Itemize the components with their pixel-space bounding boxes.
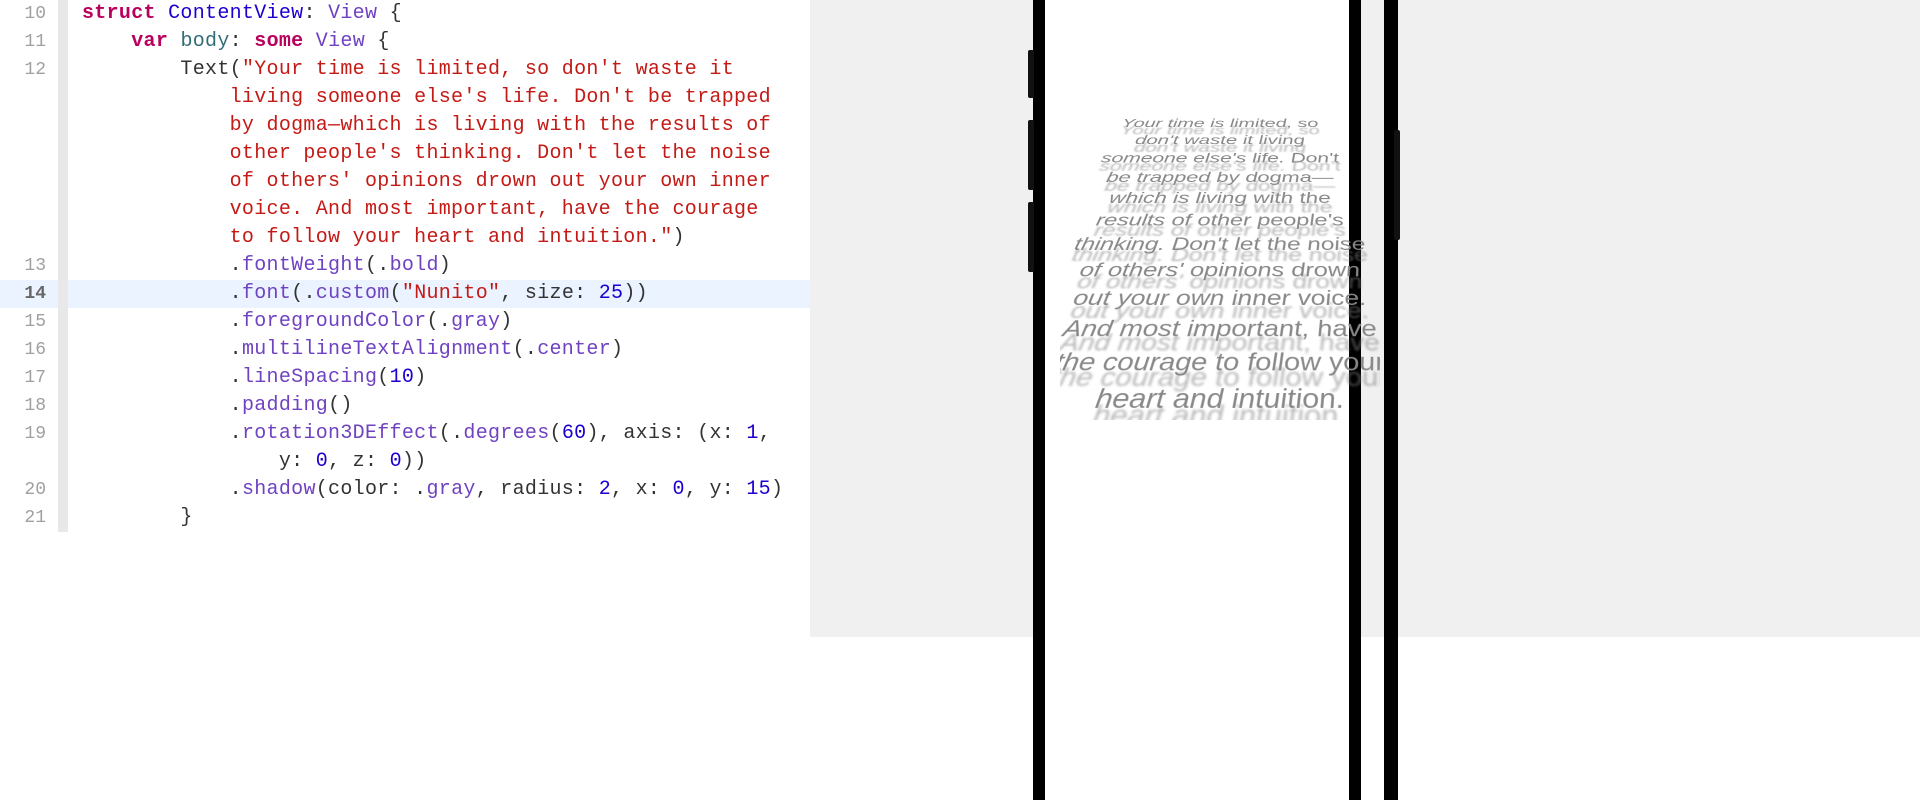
code-line[interactable]: 11 var body: some View { (0, 28, 810, 56)
code-content[interactable]: var body: some View { (68, 28, 390, 56)
phone-volume-down (1028, 202, 1034, 272)
simulator-preview: Your time is limited, so don't waste it … (1030, 0, 1397, 637)
line-number (0, 168, 58, 196)
code-content[interactable]: by dogma—which is living with the result… (68, 112, 771, 140)
code-content[interactable]: voice. And most important, have the cour… (68, 196, 759, 224)
phone-power-button (1394, 130, 1400, 240)
code-content[interactable]: .lineSpacing(10) (68, 364, 427, 392)
code-content[interactable]: .foregroundColor(.gray) (68, 308, 513, 336)
code-content[interactable]: .padding() (68, 392, 353, 420)
line-number: 15 (0, 308, 58, 336)
code-line[interactable]: 16 .multilineTextAlignment(.center) (0, 336, 810, 364)
code-line[interactable]: 15 .foregroundColor(.gray) (0, 308, 810, 336)
line-number (0, 84, 58, 112)
code-line[interactable]: living someone else's life. Don't be tra… (0, 84, 810, 112)
line-number (0, 140, 58, 168)
code-content[interactable]: struct ContentView: View { (68, 0, 402, 28)
code-content[interactable]: } (68, 504, 193, 532)
code-line[interactable]: 20 .shadow(color: .gray, radius: 2, x: 0… (0, 476, 810, 504)
phone-mute-switch (1028, 50, 1034, 98)
code-line[interactable]: voice. And most important, have the cour… (0, 196, 810, 224)
code-content[interactable]: Text("Your time is limited, so don't was… (68, 56, 734, 84)
preview-text: Your time is limited, so don't waste it … (1060, 111, 1380, 420)
line-number (0, 224, 58, 252)
code-line[interactable]: 13 .fontWeight(.bold) (0, 252, 810, 280)
line-number: 11 (0, 28, 58, 56)
code-content[interactable]: y: 0, z: 0)) (68, 448, 427, 476)
code-editor-pane[interactable]: 10 struct ContentView: View { 11 var bod… (0, 0, 810, 637)
preview-content: Your time is limited, so don't waste it … (1060, 0, 1380, 420)
code-line[interactable]: to follow your heart and intuition.") (0, 224, 810, 252)
line-number: 18 (0, 392, 58, 420)
code-content[interactable]: .font(.custom("Nunito", size: 25)) (68, 280, 648, 308)
canvas-background (1397, 0, 1920, 637)
code-content[interactable]: .shadow(color: .gray, radius: 2, x: 0, y… (68, 476, 783, 504)
code-content[interactable]: of others' opinions drown out your own i… (68, 168, 771, 196)
code-content[interactable]: living someone else's life. Don't be tra… (68, 84, 771, 112)
code-content[interactable]: .fontWeight(.bold) (68, 252, 451, 280)
code-line-current[interactable]: 14 .font(.custom("Nunito", size: 25)) (0, 280, 810, 308)
phone-frame: Your time is limited, so don't waste it … (1030, 0, 1397, 800)
code-line[interactable]: 12 Text("Your time is limited, so don't … (0, 56, 810, 84)
code-line[interactable]: y: 0, z: 0)) (0, 448, 810, 476)
code-line[interactable]: 19 .rotation3DEffect(.degrees(60), axis:… (0, 420, 810, 448)
code-content[interactable]: .multilineTextAlignment(.center) (68, 336, 623, 364)
line-number: 19 (0, 420, 58, 448)
phone-screen-left: Your time is limited, so don't waste it … (1033, 0, 1361, 800)
canvas-background (810, 0, 1030, 637)
line-number (0, 448, 58, 476)
code-line[interactable]: other people's thinking. Don't let the n… (0, 140, 810, 168)
line-number: 13 (0, 252, 58, 280)
code-content[interactable]: other people's thinking. Don't let the n… (68, 140, 771, 168)
code-line[interactable]: 17 .lineSpacing(10) (0, 364, 810, 392)
code-line[interactable]: by dogma—which is living with the result… (0, 112, 810, 140)
line-number: 10 (0, 0, 58, 28)
line-number: 17 (0, 364, 58, 392)
code-line[interactable]: 21 } (0, 504, 810, 532)
phone-volume-up (1028, 120, 1034, 190)
line-number: 21 (0, 504, 58, 532)
line-number (0, 112, 58, 140)
code-content[interactable]: to follow your heart and intuition.") (68, 224, 685, 252)
code-line[interactable]: 10 struct ContentView: View { (0, 0, 810, 28)
line-number: 14 (0, 280, 58, 308)
line-number (0, 196, 58, 224)
code-content[interactable]: .rotation3DEffect(.degrees(60), axis: (x… (68, 420, 771, 448)
phone-bezel-right (1384, 0, 1398, 800)
line-number: 12 (0, 56, 58, 84)
line-number: 16 (0, 336, 58, 364)
code-line[interactable]: 18 .padding() (0, 392, 810, 420)
line-number: 20 (0, 476, 58, 504)
code-line[interactable]: of others' opinions drown out your own i… (0, 168, 810, 196)
